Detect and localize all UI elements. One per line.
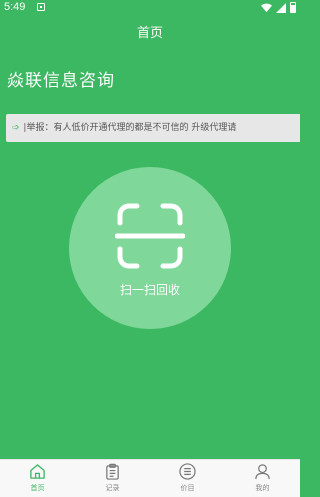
scan-button[interactable]: 扫一扫回收 xyxy=(69,167,231,329)
tab-home-label: 首页 xyxy=(30,484,45,492)
wifi-icon xyxy=(261,3,272,13)
notice-text: |举报：有人低价开通代理的都是不可信的 升级代理请 xyxy=(23,123,237,133)
company-name: 焱联信息咨询 xyxy=(7,71,115,91)
page-title: 首页 xyxy=(136,26,163,41)
tab-records-label: 记录 xyxy=(105,484,120,492)
tab-mine-label: 我的 xyxy=(255,484,270,492)
clipboard-icon xyxy=(106,463,119,480)
bottom-tab-bar: 首页 记录 价目 我的 xyxy=(0,459,300,497)
scan-icon xyxy=(115,203,185,269)
home-icon xyxy=(30,464,45,479)
status-time: 5:49 xyxy=(4,1,26,13)
user-icon xyxy=(255,464,270,480)
price-list-icon xyxy=(179,463,196,480)
tab-prices[interactable]: 价目 xyxy=(150,460,225,497)
status-indicators xyxy=(261,2,296,13)
notice-marquee[interactable]: ➩ |举报：有人低价开通代理的都是不可信的 升级代理请 xyxy=(6,114,300,142)
announcement-icon: ➩ xyxy=(12,123,20,133)
notification-app-icon xyxy=(37,3,45,11)
battery-icon xyxy=(290,2,296,13)
signal-icon xyxy=(276,2,286,13)
app-header: 首页 xyxy=(0,16,300,52)
tab-records[interactable]: 记录 xyxy=(75,460,150,497)
status-bar: 5:49 xyxy=(0,0,300,16)
tab-prices-label: 价目 xyxy=(180,484,195,492)
tab-mine[interactable]: 我的 xyxy=(225,460,300,497)
tab-home[interactable]: 首页 xyxy=(0,460,75,497)
scan-label: 扫一扫回收 xyxy=(119,283,180,297)
